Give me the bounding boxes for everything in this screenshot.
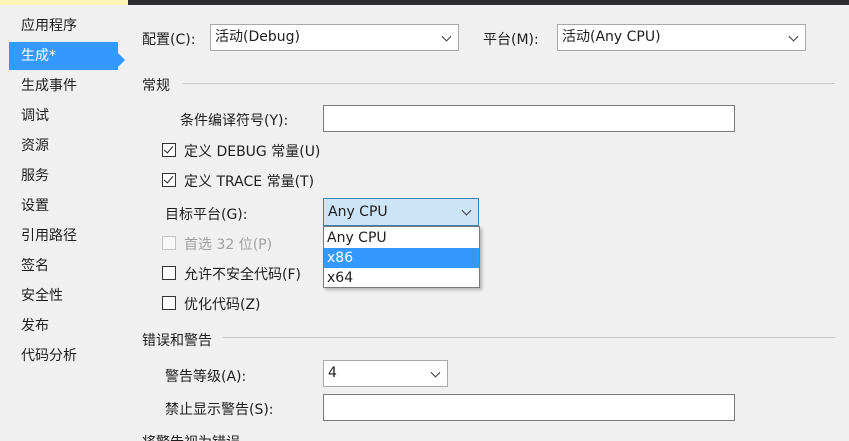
- general-section-title: 常规: [142, 78, 170, 94]
- configuration-combo[interactable]: 活动(Debug): [210, 24, 459, 51]
- allow-unsafe-label: 允许不安全代码(F): [184, 267, 301, 283]
- sidebar-item-application[interactable]: 应用程序: [9, 12, 118, 40]
- check-icon: [163, 173, 174, 184]
- suppress-warnings-label: 禁止显示警告(S):: [165, 402, 274, 418]
- sidebar-item-security[interactable]: 安全性: [9, 282, 118, 310]
- chevron-down-icon: [788, 31, 799, 42]
- warning-level-label: 警告等级(A):: [165, 369, 247, 385]
- sidebar-item-build[interactable]: 生成*: [9, 42, 118, 70]
- conditional-symbols-label: 条件编译符号(Y):: [180, 113, 289, 129]
- dropdown-option-x64[interactable]: x64: [324, 268, 479, 288]
- treat-warnings-section-title: 将警告视为错误: [142, 432, 240, 441]
- dropdown-option-x86[interactable]: x86: [324, 248, 479, 268]
- platform-value: 活动(Any CPU): [562, 29, 661, 45]
- sidebar-item-publish[interactable]: 发布: [9, 312, 118, 340]
- configuration-label: 配置(C):: [142, 32, 196, 48]
- top-strip: [0, 0, 849, 5]
- prefer32-label: 首选 32 位(P): [184, 237, 273, 253]
- allow-unsafe-checkbox[interactable]: [162, 266, 176, 280]
- chevron-down-icon: [430, 367, 441, 378]
- platform-target-value: Any CPU: [328, 204, 388, 220]
- prefer32-checkbox[interactable]: [162, 236, 176, 250]
- active-indicator-arrow: [118, 53, 125, 67]
- define-trace-label: 定义 TRACE 常量(T): [184, 174, 315, 190]
- check-icon: [163, 143, 174, 154]
- platform-label: 平台(M):: [483, 32, 539, 48]
- platform-target-combo[interactable]: Any CPU: [323, 198, 479, 226]
- suppress-warnings-input[interactable]: [323, 394, 735, 421]
- warning-level-value: 4: [328, 365, 337, 381]
- chevron-down-icon: [461, 205, 472, 216]
- sidebar-item-settings[interactable]: 设置: [9, 192, 118, 220]
- sidebar: 应用程序 生成* 生成事件 调试 资源 服务 设置 引用路径 签名 安全性 发布…: [0, 5, 126, 441]
- optimize-checkbox[interactable]: [162, 296, 176, 310]
- sidebar-item-debug[interactable]: 调试: [9, 102, 118, 130]
- dropdown-option-any-cpu[interactable]: Any CPU: [324, 228, 479, 248]
- configuration-value: 活动(Debug): [215, 29, 300, 45]
- platform-target-label: 目标平台(G):: [165, 207, 248, 223]
- sidebar-item-services[interactable]: 服务: [9, 162, 118, 190]
- define-trace-checkbox[interactable]: [162, 173, 176, 187]
- sidebar-item-resources[interactable]: 资源: [9, 132, 118, 160]
- title-strip: [128, 0, 849, 5]
- warning-level-combo[interactable]: 4: [323, 360, 448, 387]
- define-debug-checkbox[interactable]: [162, 143, 176, 157]
- sidebar-item-reference-paths[interactable]: 引用路径: [9, 222, 118, 250]
- section-divider: [223, 337, 835, 338]
- define-debug-label: 定义 DEBUG 常量(U): [184, 144, 321, 160]
- optimize-label: 优化代码(Z): [184, 297, 261, 313]
- section-divider: [183, 83, 835, 84]
- conditional-symbols-input[interactable]: [323, 105, 735, 132]
- sidebar-item-build-events[interactable]: 生成事件: [9, 72, 118, 100]
- platform-combo[interactable]: 活动(Any CPU): [557, 24, 806, 51]
- sidebar-item-code-analysis[interactable]: 代码分析: [9, 342, 118, 370]
- errors-section-title: 错误和警告: [142, 333, 212, 349]
- sidebar-item-signing[interactable]: 签名: [9, 252, 118, 280]
- platform-target-dropdown: Any CPU x86 x64: [323, 226, 480, 288]
- chevron-down-icon: [441, 31, 452, 42]
